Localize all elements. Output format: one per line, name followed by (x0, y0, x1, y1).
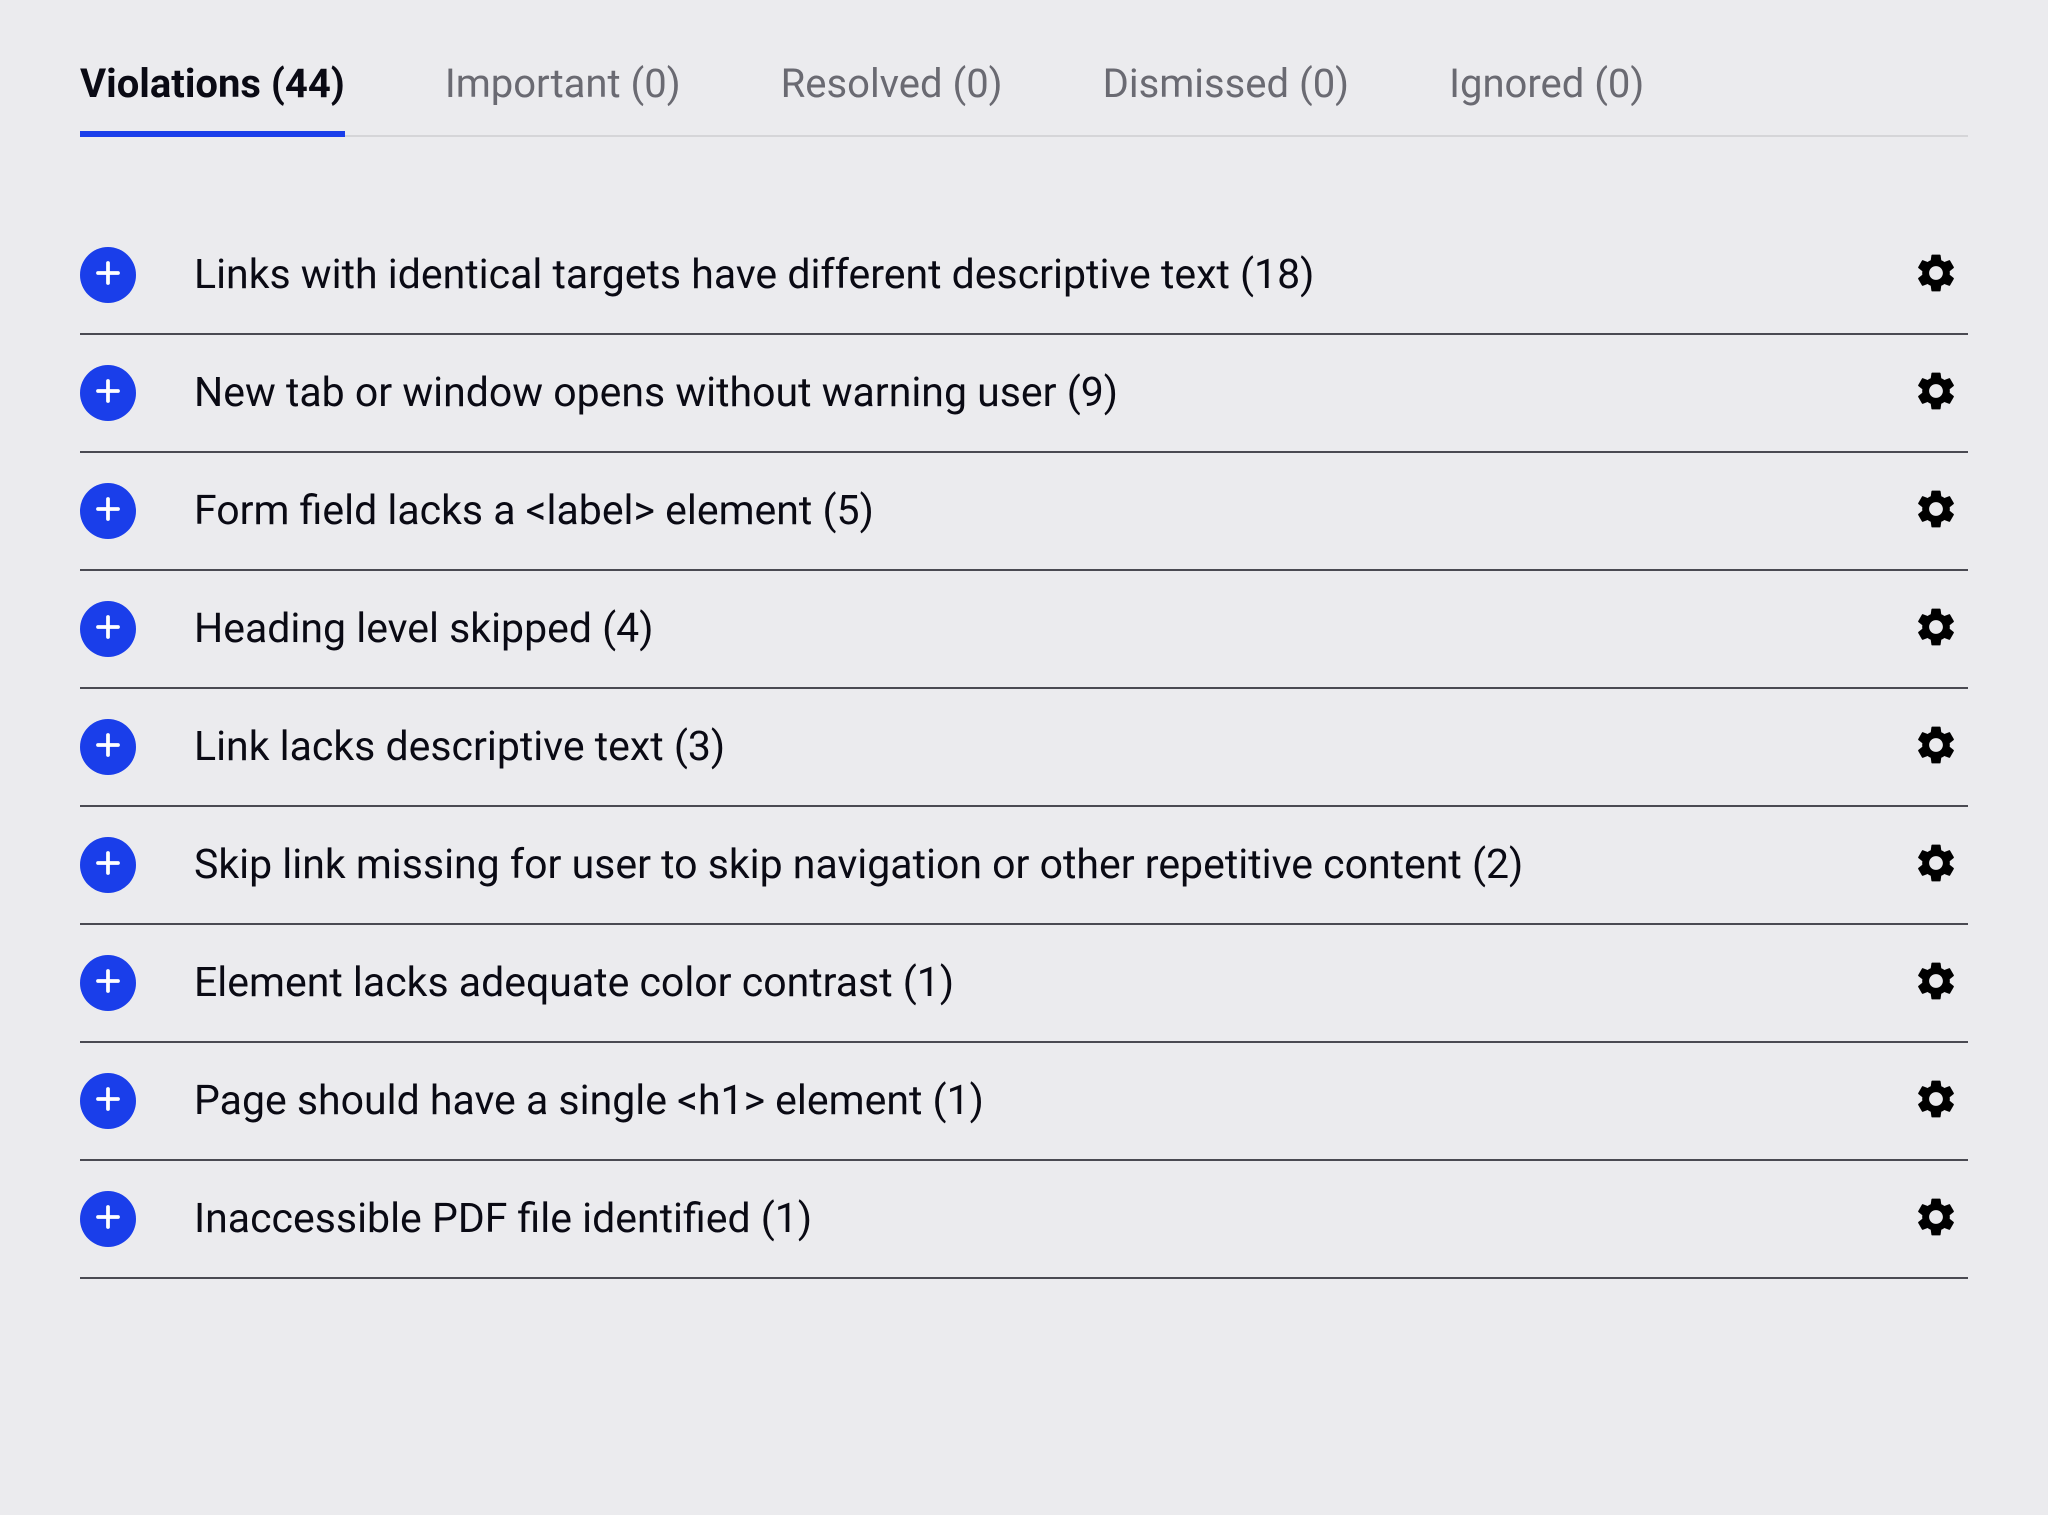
tab-dismissed[interactable]: Dismissed (0) (1103, 60, 1350, 137)
violation-title: New tab or window opens without warning … (194, 369, 1888, 417)
violations-panel: Violations (44) Important (0) Resolved (… (80, 60, 1968, 1279)
gear-icon (1913, 368, 1959, 418)
plus-icon (93, 848, 123, 882)
violation-row: New tab or window opens without warning … (80, 335, 1968, 453)
settings-button[interactable] (1912, 959, 1960, 1007)
tab-important[interactable]: Important (0) (445, 60, 681, 137)
violation-title: Links with identical targets have differ… (194, 251, 1888, 299)
violation-row: Links with identical targets have differ… (80, 217, 1968, 335)
settings-button[interactable] (1912, 487, 1960, 535)
tabs-bar: Violations (44) Important (0) Resolved (… (80, 60, 1968, 137)
plus-icon (93, 1084, 123, 1118)
violation-row: Page should have a single <h1> element (… (80, 1043, 1968, 1161)
violation-row: Element lacks adequate color contrast (1… (80, 925, 1968, 1043)
expand-button[interactable] (80, 365, 136, 421)
expand-button[interactable] (80, 1191, 136, 1247)
tab-resolved[interactable]: Resolved (0) (781, 60, 1003, 137)
expand-button[interactable] (80, 483, 136, 539)
plus-icon (93, 258, 123, 292)
violation-title: Heading level skipped (4) (194, 605, 1888, 653)
violation-title: Inaccessible PDF file identified (1) (194, 1195, 1888, 1243)
settings-button[interactable] (1912, 1195, 1960, 1243)
settings-button[interactable] (1912, 605, 1960, 653)
settings-button[interactable] (1912, 251, 1960, 299)
settings-button[interactable] (1912, 369, 1960, 417)
gear-icon (1913, 604, 1959, 654)
expand-button[interactable] (80, 247, 136, 303)
settings-button[interactable] (1912, 723, 1960, 771)
plus-icon (93, 494, 123, 528)
expand-button[interactable] (80, 719, 136, 775)
gear-icon (1913, 722, 1959, 772)
violation-row: Inaccessible PDF file identified (1) (80, 1161, 1968, 1279)
gear-icon (1913, 486, 1959, 536)
expand-button[interactable] (80, 601, 136, 657)
tab-ignored[interactable]: Ignored (0) (1449, 60, 1644, 137)
expand-button[interactable] (80, 1073, 136, 1129)
violation-row: Form field lacks a <label> element (5) (80, 453, 1968, 571)
gear-icon (1913, 840, 1959, 890)
expand-button[interactable] (80, 955, 136, 1011)
gear-icon (1913, 1076, 1959, 1126)
plus-icon (93, 966, 123, 1000)
gear-icon (1913, 1194, 1959, 1244)
violations-list: Links with identical targets have differ… (80, 217, 1968, 1279)
gear-icon (1913, 250, 1959, 300)
expand-button[interactable] (80, 837, 136, 893)
plus-icon (93, 1202, 123, 1236)
gear-icon (1913, 958, 1959, 1008)
tab-violations[interactable]: Violations (44) (80, 60, 345, 137)
plus-icon (93, 376, 123, 410)
violation-row: Heading level skipped (4) (80, 571, 1968, 689)
violation-row: Link lacks descriptive text (3) (80, 689, 1968, 807)
violation-row: Skip link missing for user to skip navig… (80, 807, 1968, 925)
violation-title: Link lacks descriptive text (3) (194, 723, 1888, 771)
plus-icon (93, 730, 123, 764)
settings-button[interactable] (1912, 1077, 1960, 1125)
settings-button[interactable] (1912, 841, 1960, 889)
violation-title: Skip link missing for user to skip navig… (194, 841, 1888, 889)
violation-title: Element lacks adequate color contrast (1… (194, 959, 1888, 1007)
plus-icon (93, 612, 123, 646)
violation-title: Page should have a single <h1> element (… (194, 1077, 1888, 1125)
violation-title: Form field lacks a <label> element (5) (194, 487, 1888, 535)
